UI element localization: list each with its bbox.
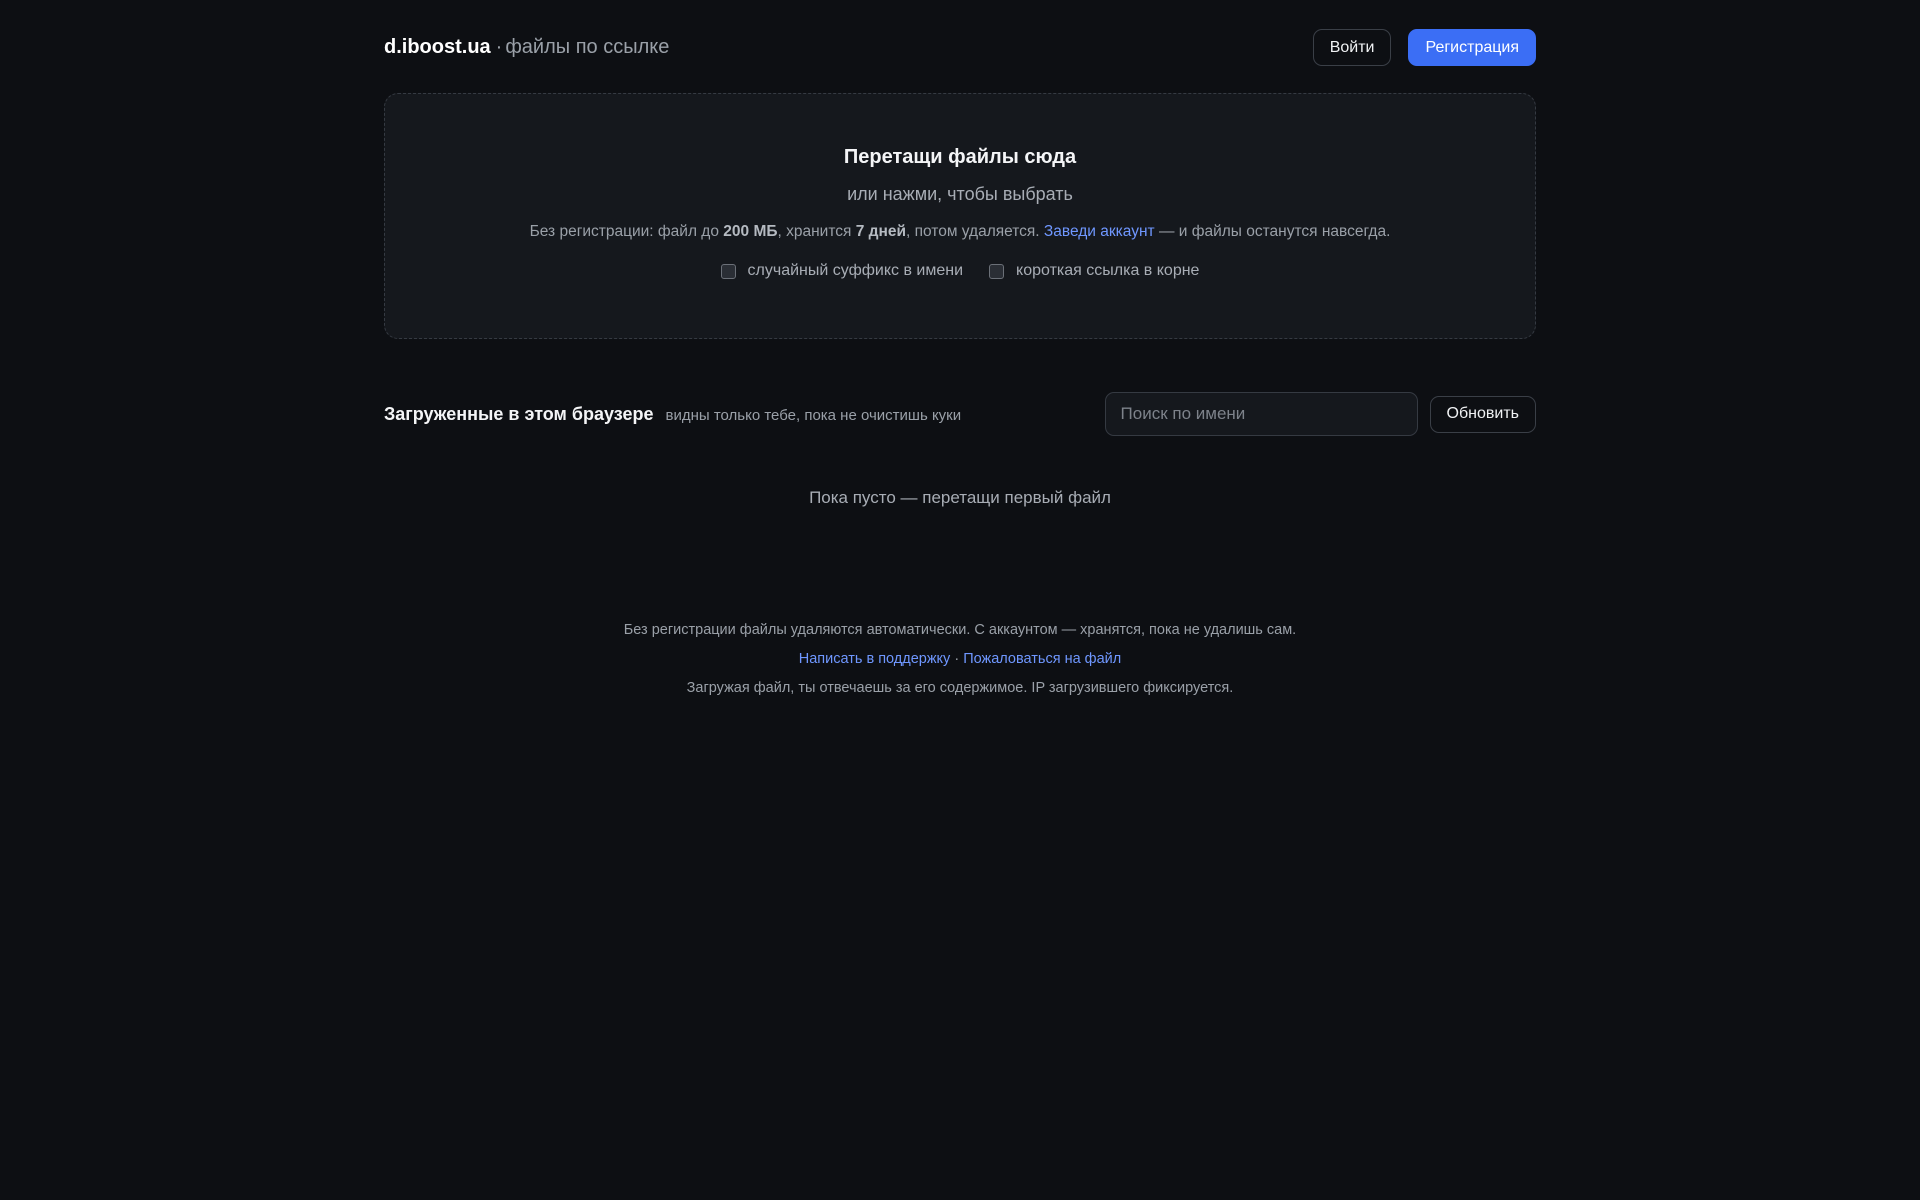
brand-name[interactable]: d.iboost.ua [384,36,491,58]
short-link-option[interactable]: короткая ссылка в корне [989,262,1199,280]
note-suffix: — и файлы останутся навсегда. [1154,223,1391,240]
footer-retention-note: Без регистрации файлы удаляются автомати… [623,622,1297,638]
dropzone-limits-note: Без регистрации: файл до 200 МБ, хранитс… [385,222,1535,242]
brand-separator: · [495,36,503,58]
footer-links-separator: · [950,651,964,667]
dropzone-subtitle: или нажми, чтобы выбрать [847,184,1073,204]
note-mid: , хранится [777,223,856,240]
short-link-checkbox[interactable] [989,263,1005,279]
create-account-link[interactable]: Заведи аккаунт [1044,223,1155,240]
footer-responsibility-note: Загружая файл, ты отвечаешь за его содер… [686,680,1234,696]
upload-options: случайный суффикс в имени короткая ссылк… [385,262,1535,280]
note-retention: 7 дней [855,223,906,240]
uploads-section: Загруженные в этом браузере видны только… [384,392,1536,508]
uploads-header: Загруженные в этом браузере видны только… [384,392,1536,436]
support-link[interactable]: Написать в поддержку [799,651,951,667]
search-input[interactable] [1104,392,1418,436]
footer-links: Написать в поддержку · Пожаловаться на ф… [384,645,1536,674]
refresh-button[interactable]: Обновить [1429,395,1536,433]
file-dropzone[interactable]: Перетащи файлы сюда или нажми, чтобы выб… [384,93,1536,339]
brand: d.iboost.ua · файлы по ссылке [384,36,669,59]
empty-state: Пока пусто — перетащи первый файл [809,488,1111,507]
uploads-title-group: Загруженные в этом браузере видны только… [384,404,961,425]
note-size-limit: 200 МБ [723,223,778,240]
report-file-link[interactable]: Пожаловаться на файл [963,651,1121,667]
random-suffix-option[interactable]: случайный суффикс в имени [720,262,964,280]
page: d.iboost.ua · файлы по ссылке Войти Регист… [384,0,1536,703]
note-prefix: Без регистрации: файл до [529,223,724,240]
footer: Без регистрации файлы удаляются автомати… [384,616,1536,703]
login-button[interactable]: Войти [1312,29,1392,66]
register-button[interactable]: Регистрация [1408,29,1536,66]
short-link-label: короткая ссылка в корне [1016,262,1200,279]
brand-tagline: файлы по ссылке [505,36,670,58]
header-actions: Войти Регистрация [1312,29,1536,66]
uploads-subtitle: видны только тебе, пока не очистишь куки [665,406,962,424]
header: d.iboost.ua · файлы по ссылке Войти Регист… [384,29,1536,66]
random-suffix-checkbox[interactable] [720,263,736,279]
uploads-title: Загруженные в этом браузере [384,403,654,424]
random-suffix-label: случайный суффикс в имени [747,262,964,279]
note-after: , потом удаляется. [906,223,1044,240]
uploads-actions: Обновить [1104,392,1536,436]
dropzone-title: Перетащи файлы сюда [843,146,1077,168]
